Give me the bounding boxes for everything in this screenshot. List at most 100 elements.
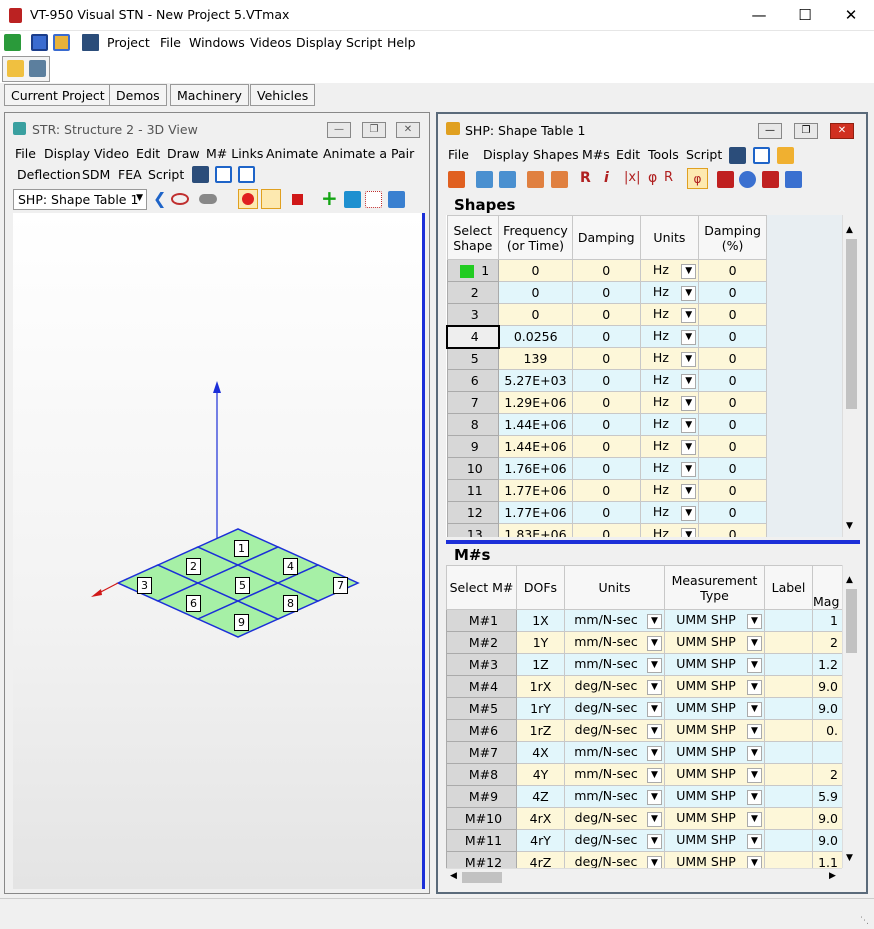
damping-cell[interactable]: 0 [571, 347, 641, 370]
dof-cell[interactable]: 4rY [516, 829, 565, 852]
delete-points-icon[interactable] [388, 191, 405, 208]
animate-button[interactable] [261, 189, 281, 209]
damping-cell[interactable]: 0 [571, 259, 641, 282]
scroll-down-icon[interactable]: ▼ [846, 521, 853, 531]
units-cell[interactable]: mm/N-sec ▼ [564, 785, 665, 808]
column-header[interactable]: Damping (%) [698, 215, 767, 260]
sort-icon[interactable] [527, 171, 544, 188]
label-cell[interactable] [764, 631, 813, 654]
settings-icon[interactable] [448, 171, 465, 188]
shape-table-select[interactable]: SHP: Shape Table 1 ▼ [13, 189, 147, 210]
chevron-down-icon[interactable]: ▼ [647, 658, 662, 673]
structure-minimize-button[interactable]: — [327, 122, 351, 138]
select-mp-cell[interactable]: M#1 [446, 609, 517, 632]
table-row[interactable]: 2 0 0 Hz ▼ 0 [446, 281, 767, 304]
red-cube-icon[interactable] [292, 194, 303, 205]
damping-cell[interactable]: 0 [571, 281, 641, 304]
str-menu-draw[interactable]: Draw [167, 146, 200, 161]
frequency-cell[interactable]: 1.44E+06 [498, 435, 573, 458]
chevron-down-icon[interactable]: ▼ [647, 768, 662, 783]
tab-demos[interactable]: Demos [109, 84, 167, 106]
select-mp-cell[interactable]: M#2 [446, 631, 517, 654]
menu-display[interactable]: Display [296, 35, 342, 50]
units-cell[interactable]: mm/N-sec ▼ [564, 609, 665, 632]
units-cell[interactable]: Hz ▼ [639, 435, 700, 458]
select-shape-cell[interactable]: 7 [446, 391, 500, 414]
label-cell[interactable] [764, 697, 813, 720]
frequency-cell[interactable]: 1.44E+06 [498, 413, 573, 436]
str-menu-file[interactable]: File [15, 146, 36, 161]
table-row[interactable]: M#12 4rZ deg/N-sec ▼ UMM SHP ▼ 1.1 [446, 851, 859, 868]
chevron-down-icon[interactable]: ▼ [681, 374, 697, 389]
dof-cell[interactable]: 1rX [516, 675, 565, 698]
label-cell[interactable] [764, 675, 813, 698]
damping-pct-cell[interactable]: 0 [698, 479, 767, 502]
maximize-button[interactable]: ☐ [782, 0, 828, 31]
shp-window-icon[interactable] [753, 147, 770, 164]
scroll-left-icon[interactable]: ◀ [450, 871, 457, 881]
shp-menu-shapes[interactable]: Shapes [533, 147, 579, 162]
damping-cell[interactable]: 0 [571, 303, 641, 326]
upload-icon[interactable] [29, 60, 46, 77]
mag-phase-button[interactable]: φ [687, 168, 708, 189]
chevron-down-icon[interactable]: ▼ [647, 724, 662, 739]
dof-cell[interactable]: 1Y [516, 631, 565, 654]
table-row[interactable]: 9 1.44E+06 0 Hz ▼ 0 [446, 435, 767, 458]
shp-menu-edit[interactable]: Edit [616, 147, 640, 162]
damping-cell[interactable]: 0 [571, 479, 641, 502]
shp-menu-mps[interactable]: M#s [582, 147, 610, 162]
magnitude-icon[interactable]: |x| [624, 170, 640, 185]
select-mp-cell[interactable]: M#12 [446, 851, 517, 868]
select-shape-cell[interactable]: 2 [446, 281, 500, 304]
table-row[interactable]: 13 1.83E+06 0 Hz ▼ 0 [446, 523, 767, 537]
chevron-down-icon[interactable]: ▼ [681, 506, 697, 521]
chevron-down-icon[interactable]: ▼ [681, 286, 697, 301]
select-mp-cell[interactable]: M#7 [446, 741, 517, 764]
chevron-down-icon[interactable]: ▼ [681, 352, 697, 367]
damping-cell[interactable]: 0 [571, 391, 641, 414]
str-menu-animate-pair[interactable]: Animate a Pair [323, 146, 414, 161]
scroll-right-icon[interactable]: ▶ [829, 871, 836, 881]
measurement-type-cell[interactable]: UMM SHP ▼ [664, 697, 765, 720]
shp-save-icon[interactable] [729, 147, 746, 164]
damping-pct-cell[interactable]: 0 [698, 523, 767, 537]
units-cell[interactable]: deg/N-sec ▼ [564, 807, 665, 830]
table-row[interactable]: M#9 4Z mm/N-sec ▼ UMM SHP ▼ 5.9 [446, 785, 859, 808]
label-cell[interactable] [764, 763, 813, 786]
globe-icon[interactable] [739, 171, 756, 188]
frequency-cell[interactable]: 5.27E+03 [498, 369, 573, 392]
label-cell[interactable] [764, 785, 813, 808]
structure-restore-button[interactable]: ❐ [362, 122, 386, 138]
frequency-cell[interactable]: 0 [498, 259, 573, 282]
str-menu-display[interactable]: Display [44, 146, 90, 161]
select-shape-cell[interactable]: 4 [446, 324, 500, 349]
damping-pct-cell[interactable]: 0 [698, 457, 767, 480]
damping-cell[interactable]: 0 [571, 457, 641, 480]
real-part-icon[interactable]: R [580, 170, 591, 186]
column-header[interactable]: Units [564, 565, 665, 610]
str-window-icon[interactable] [215, 166, 232, 183]
select-shape-cell[interactable]: 12 [446, 501, 500, 524]
menu-script[interactable]: Script [346, 35, 382, 50]
units-cell[interactable]: Hz ▼ [639, 325, 700, 348]
select-shape-cell[interactable]: 5 [446, 347, 500, 370]
measurement-type-cell[interactable]: UMM SHP ▼ [664, 631, 765, 654]
chevron-down-icon[interactable]: ▼ [747, 834, 762, 849]
damping-pct-cell[interactable]: 0 [698, 325, 767, 348]
measurement-type-cell[interactable]: UMM SHP ▼ [664, 675, 765, 698]
label-cell[interactable] [764, 807, 813, 830]
chevron-down-icon[interactable]: ▼ [647, 680, 662, 695]
damping-pct-cell[interactable]: 0 [698, 391, 767, 414]
menu-windows[interactable]: Windows [189, 35, 245, 50]
frequency-cell[interactable]: 1.77E+06 [498, 479, 573, 502]
layout-icon[interactable] [31, 34, 48, 51]
scroll-up-icon[interactable]: ▲ [846, 225, 853, 235]
shp-menu-tools[interactable]: Tools [648, 147, 679, 162]
column-header[interactable]: Units [639, 215, 700, 260]
table-row[interactable]: M#6 1rZ deg/N-sec ▼ UMM SHP ▼ 0. [446, 719, 859, 742]
select-shape-cell[interactable]: 1 [446, 259, 500, 282]
table-row[interactable]: 6 5.27E+03 0 Hz ▼ 0 [446, 369, 767, 392]
units-cell[interactable]: Hz ▼ [639, 347, 700, 370]
dof-cell[interactable]: 1X [516, 609, 565, 632]
table-row[interactable]: 3 0 0 Hz ▼ 0 [446, 303, 767, 326]
